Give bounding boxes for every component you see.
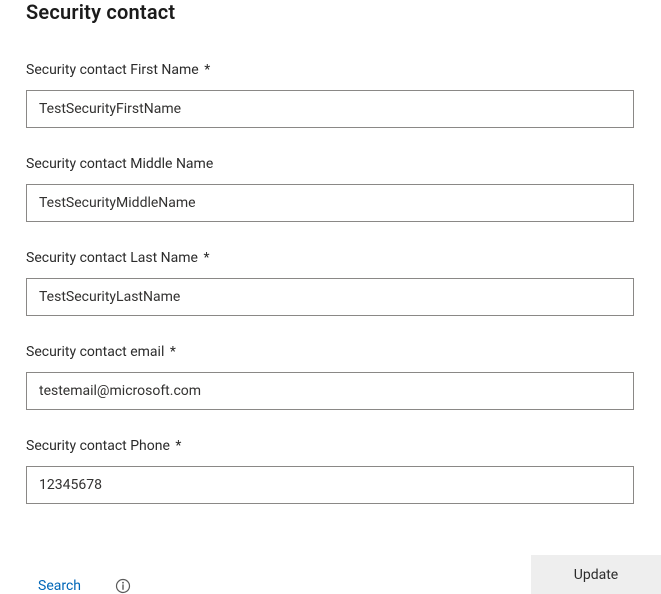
label-last-name-text: Security contact Last Name — [26, 250, 198, 266]
required-marker: * — [203, 250, 209, 266]
security-contact-last-name-input[interactable] — [26, 278, 634, 316]
security-contact-heading: Security contact — [26, 0, 635, 24]
security-contact-phone-input[interactable] — [26, 466, 634, 504]
label-first-name-text: Security contact First Name — [26, 62, 199, 78]
field-middle-name: Security contact Middle Name — [26, 156, 635, 222]
label-last-name: Security contact Last Name * — [26, 250, 635, 266]
label-middle-name: Security contact Middle Name — [26, 156, 635, 172]
security-contact-fields: Security contact First Name * Security c… — [26, 62, 635, 504]
label-phone-text: Security contact Phone — [26, 438, 170, 454]
label-phone: Security contact Phone * — [26, 438, 635, 454]
security-contact-first-name-input[interactable] — [26, 90, 634, 128]
field-last-name: Security contact Last Name * — [26, 250, 635, 316]
field-phone: Security contact Phone * — [26, 438, 635, 504]
label-email-text: Security contact email — [26, 344, 164, 360]
label-email: Security contact email * — [26, 344, 635, 360]
required-marker: * — [204, 62, 210, 78]
update-button[interactable]: Update — [531, 555, 661, 594]
security-contact-email-input[interactable] — [26, 372, 634, 410]
actions-bar: Search Update — [26, 578, 661, 594]
required-marker: * — [170, 344, 176, 360]
search-link[interactable]: Search — [38, 578, 81, 594]
security-contact-middle-name-input[interactable] — [26, 184, 634, 222]
label-first-name: Security contact First Name * — [26, 62, 635, 78]
field-first-name: Security contact First Name * — [26, 62, 635, 128]
field-email: Security contact email * — [26, 344, 635, 410]
required-marker: * — [175, 438, 181, 454]
info-icon[interactable] — [115, 578, 131, 594]
label-middle-name-text: Security contact Middle Name — [26, 156, 213, 172]
